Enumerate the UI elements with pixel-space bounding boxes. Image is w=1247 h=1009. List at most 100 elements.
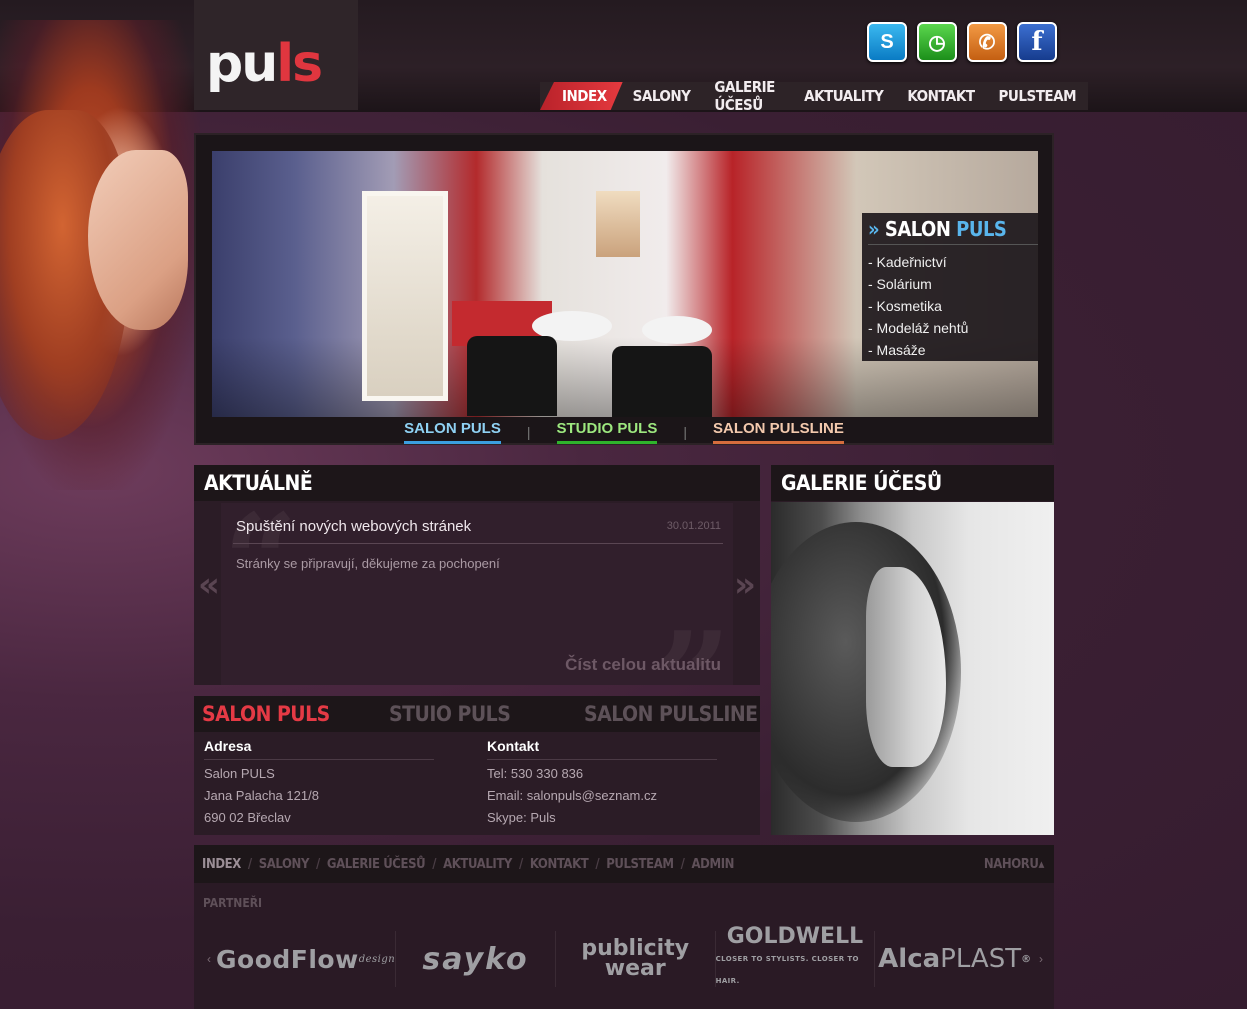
footer-link-kontakt[interactable]: KONTAKT: [530, 857, 589, 872]
news-next-arrow[interactable]: »: [734, 565, 756, 605]
news-text: Stránky se připravují, děkujeme za pocho…: [236, 556, 500, 571]
footer-separator: /: [432, 856, 437, 872]
salon-info-box: » SALON PULS - Kadeřnictví - Solárium - …: [862, 213, 1038, 361]
service-item: - Modeláž nehtů: [868, 320, 969, 336]
clock-icon[interactable]: ◷: [917, 22, 957, 62]
partners-prev-arrow[interactable]: ‹: [202, 952, 216, 966]
address-line: Salon PULS: [204, 766, 275, 781]
skype-icon[interactable]: S: [867, 22, 907, 62]
social-icons: S ◷ ✆ f: [867, 22, 1057, 62]
nav-galerie[interactable]: GALERIE ÚČESŮ: [702, 78, 792, 114]
partner-logo-sayko[interactable]: sayko: [396, 931, 556, 987]
registered-mark: ®: [1021, 953, 1032, 965]
contact-heading: Kontakt: [487, 738, 717, 760]
nav-index[interactable]: INDEX: [540, 82, 623, 110]
news-panel: AKTUÁLNĚ « “ ” Spuštění nových webových …: [194, 465, 760, 745]
contact-email[interactable]: Email: salonpuls@seznam.cz: [487, 785, 717, 807]
contact-skype: Skype: Puls: [487, 810, 556, 825]
back-to-top-link[interactable]: NAHORU▴: [984, 857, 1045, 872]
double-chevron-icon: »: [868, 217, 880, 241]
footer-separator: /: [316, 856, 320, 872]
facebook-icon[interactable]: f: [1017, 22, 1057, 62]
service-item: - Masáže: [868, 342, 926, 358]
phone-icon[interactable]: ✆: [967, 22, 1007, 62]
contact-tab-studio-puls[interactable]: STUIO PULS: [389, 702, 584, 726]
partner-logo-goldwell-sub: CLOSER TO STYLISTS. CLOSER TO HAIR.: [715, 955, 859, 985]
footer-link-admin[interactable]: ADMIN: [691, 857, 734, 872]
photo-poster: [596, 191, 640, 257]
partner-logo-goldwell-text: GOLDWELL: [726, 924, 864, 949]
address-heading: Adresa: [204, 738, 434, 760]
footer-link-pulsteam[interactable]: PULSTEAM: [606, 857, 674, 872]
contact-panel: SALON PULS STUIO PULS SALON PULSLINE Adr…: [194, 696, 760, 835]
address-line: 690 02 Břeclav: [204, 810, 291, 825]
partners-label: PARTNEŘI: [203, 896, 263, 910]
contact-tab-salon-pulsline[interactable]: SALON PULSLINE: [584, 702, 758, 726]
salon-info-title-highlight: PULS: [956, 217, 1007, 241]
nav-pulsteam[interactable]: PULSTEAM: [987, 82, 1088, 110]
news-date: 30.01.2011: [666, 520, 721, 532]
photo-sink: [642, 316, 712, 344]
contact-phone: Tel: 530 330 836: [487, 766, 584, 781]
gallery-panel: GALERIE ÚČESŮ: [771, 465, 1054, 835]
partners-logos: ‹ GoodFlow design sayko publicity wear GO…: [202, 926, 1048, 987]
photo-chair: [467, 336, 557, 416]
news-prev-arrow[interactable]: «: [198, 565, 220, 605]
service-item: - Kosmetika: [868, 298, 942, 314]
partner-logo-goodflow-text: GoodFlow: [216, 944, 359, 974]
partners-panel: PARTNEŘI ‹ GoodFlow design sayko publicit…: [194, 883, 1054, 1009]
partner-logo-goldwell[interactable]: GOLDWELL CLOSER TO STYLISTS. CLOSER TO H…: [716, 926, 876, 987]
contact-tabs: SALON PULS STUIO PULS SALON PULSLINE: [194, 696, 760, 732]
partner-logo-alca-text: Alca: [878, 944, 941, 974]
footer-link-salony[interactable]: SALONY: [259, 857, 310, 872]
main-nav: INDEX SALONY GALERIE ÚČESŮ AKTUALITY KON…: [540, 78, 1088, 114]
news-item: “ ” Spuštění nových webových stránek 30.…: [221, 497, 733, 745]
contact-tab-salon-puls[interactable]: SALON PULS: [202, 702, 389, 726]
contact-column: Kontakt Tel: 530 330 836 Email: salonpul…: [487, 738, 717, 829]
services-list: - Kadeřnictví - Solárium - Kosmetika - M…: [868, 251, 1038, 361]
logo-part-2: ls: [276, 34, 323, 94]
slider-tabs: SALON PULS | STUDIO PULS | SALON PULSLIN…: [196, 420, 1052, 444]
photo-chair: [612, 346, 712, 417]
nav-salony[interactable]: SALONY: [621, 82, 703, 110]
slider-tab-salon-puls[interactable]: SALON PULS: [404, 420, 501, 444]
footer-link-aktuality[interactable]: AKTUALITY: [443, 857, 512, 872]
salon-info-title: » SALON PULS: [868, 217, 1038, 245]
model-photo: [0, 20, 200, 490]
news-title[interactable]: Spuštění nových webových stránek: [236, 518, 471, 535]
slider-tab-studio-puls[interactable]: STUDIO PULS: [556, 420, 658, 444]
nav-kontakt[interactable]: KONTAKT: [895, 82, 986, 110]
gallery-photo[interactable]: [771, 502, 1054, 835]
partner-logo-publicity-wear[interactable]: publicity wear: [556, 931, 716, 987]
salon-slider: » SALON PULS - Kadeřnictví - Solárium - …: [194, 133, 1054, 445]
footer-separator: /: [595, 856, 600, 872]
partner-logo-goodflow-sub: design: [358, 953, 396, 965]
slider-tab-separator: |: [526, 424, 531, 440]
footer-link-index[interactable]: INDEX: [202, 857, 241, 872]
address-line: Jana Palacha 121/8: [204, 788, 319, 803]
footer-separator: /: [518, 856, 523, 872]
photo-shelf: [362, 191, 448, 401]
slider-tab-salon-pulsline[interactable]: SALON PULSLINE: [712, 420, 844, 444]
footer-nav: INDEX / SALONY / GALERIE ÚČESŮ / AKTUALI…: [194, 845, 1054, 883]
gallery-heading: GALERIE ÚČESŮ: [771, 465, 1054, 501]
partner-logo-alcaplast[interactable]: Alca PLAST ®: [875, 931, 1034, 987]
footer-separator: /: [247, 856, 252, 872]
partner-logo-goodflow[interactable]: GoodFlow design: [216, 931, 397, 987]
partners-next-arrow[interactable]: ›: [1034, 952, 1048, 966]
slider-tab-separator: |: [683, 424, 687, 440]
news-read-more-link[interactable]: Číst celou aktualitu: [565, 655, 721, 675]
footer-separator: /: [680, 856, 685, 872]
service-item: - Kadeřnictví: [868, 254, 947, 270]
service-item: - Solárium: [868, 276, 932, 292]
model-face: [88, 150, 188, 330]
site-logo[interactable]: puls: [206, 34, 323, 94]
salon-interior-photo: » SALON PULS - Kadeřnictví - Solárium - …: [212, 151, 1038, 417]
address-column: Adresa Salon PULS Jana Palacha 121/8 690…: [204, 738, 434, 829]
news-divider: [233, 543, 723, 544]
nav-aktuality[interactable]: AKTUALITY: [792, 82, 895, 110]
footer-link-galerie[interactable]: GALERIE ÚČESŮ: [327, 857, 426, 872]
partner-logo-plast-text: PLAST: [940, 944, 1022, 974]
salon-info-title-main: SALON: [884, 217, 951, 241]
partner-logo-wear-text: wear: [604, 956, 666, 981]
